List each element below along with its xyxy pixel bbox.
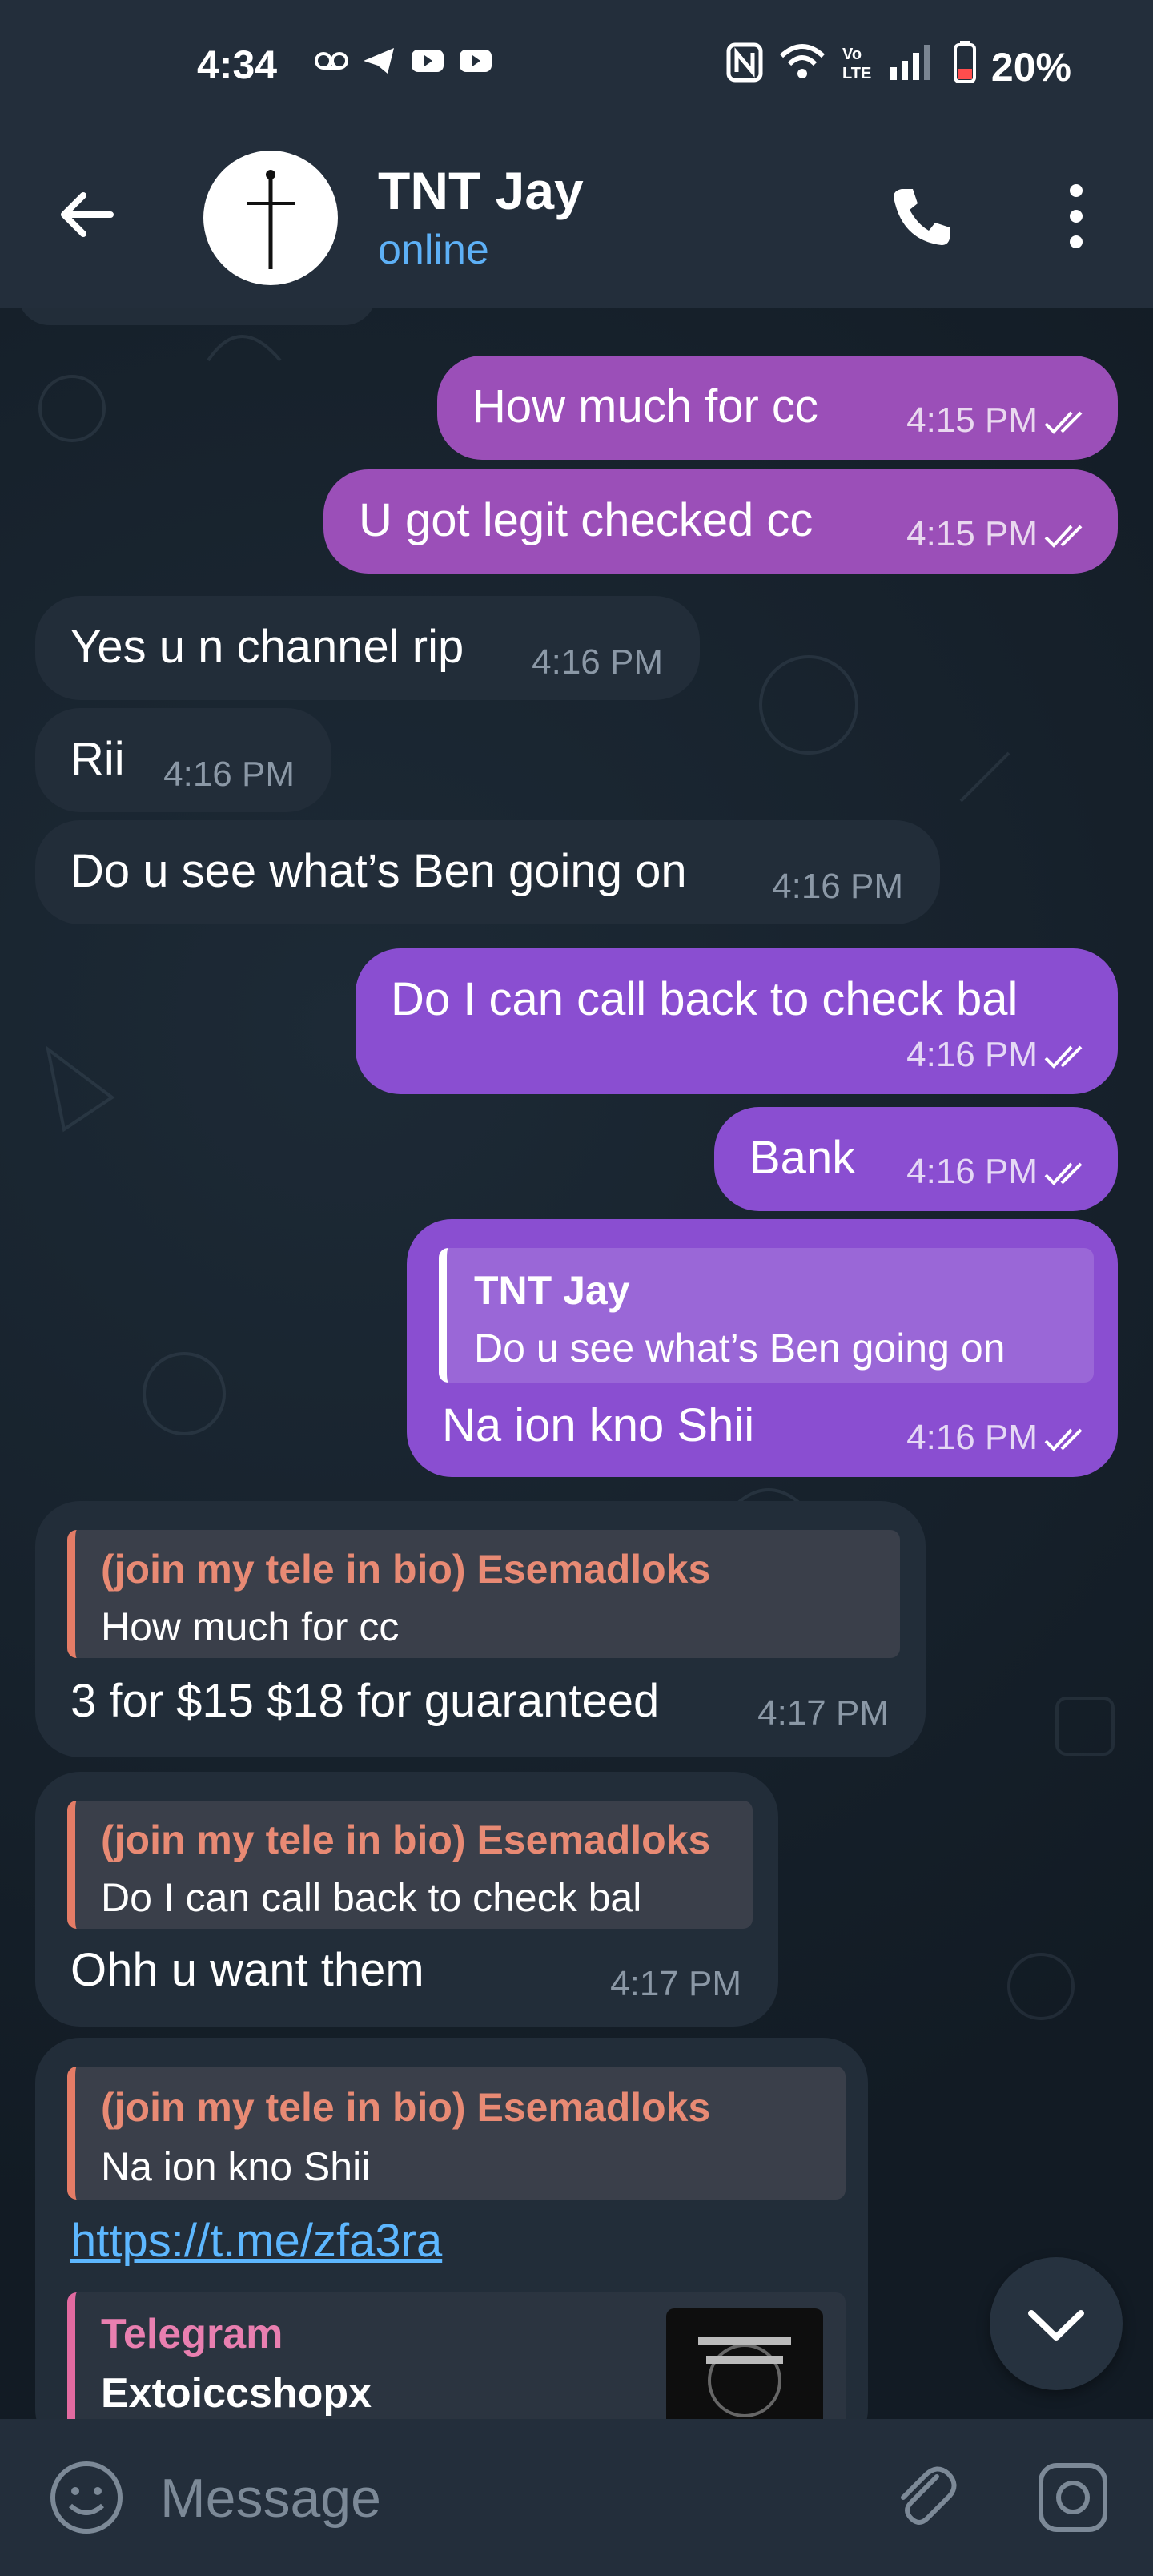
- partial-message: [18, 308, 376, 325]
- emoji-icon[interactable]: [48, 2459, 125, 2536]
- time-text: 4:16 PM: [906, 1418, 1038, 1457]
- message-text: Do u see what’s Ben going on: [70, 845, 687, 897]
- message-list[interactable]: How much for cc 4:15 PM U got legit chec…: [0, 308, 1153, 2419]
- time-text: 4:16 PM: [906, 1152, 1038, 1191]
- preview-thumbnail: [666, 2308, 823, 2419]
- back-arrow-icon[interactable]: [54, 183, 119, 247]
- message-bubble-in[interactable]: Do u see what’s Ben going on 4:16 PM: [35, 820, 940, 924]
- link-preview[interactable]: Telegram Extoiccshopx: [67, 2292, 846, 2419]
- message-time: 4:16 PM: [772, 867, 903, 906]
- chat-status: online: [378, 227, 489, 273]
- message-time: 4:17 PM: [757, 1693, 889, 1733]
- message-bubble-in[interactable]: (join my tele in bio) Esemadloks Na ion …: [35, 2038, 868, 2419]
- message-time: 4:17 PM: [610, 1964, 741, 2003]
- message-bubble-out[interactable]: TNT Jay Do u see what’s Ben going on Na …: [407, 1219, 1118, 1477]
- message-bubble-out[interactable]: Do I can call back to check bal 4:16 PM: [356, 948, 1118, 1094]
- thumbnail-art-icon: [698, 2337, 791, 2417]
- scroll-down-button[interactable]: [990, 2257, 1123, 2390]
- reply-text: Na ion kno Shii: [101, 2144, 371, 2189]
- message-text: Yes u n channel rip: [70, 621, 464, 673]
- voicemail-icon: [314, 45, 349, 77]
- reply-quote[interactable]: (join my tele in bio) Esemadloks Do I ca…: [67, 1801, 753, 1929]
- avatar[interactable]: [203, 151, 338, 285]
- preview-site: Telegram: [101, 2311, 283, 2357]
- chat-header: TNT Jay online: [0, 131, 1153, 308]
- message-bubble-out[interactable]: Bank 4:16 PM: [714, 1107, 1118, 1211]
- message-text: Bank: [749, 1132, 856, 1184]
- battery-icon: [953, 40, 977, 95]
- message-time: 4:16 PM: [906, 1418, 1095, 1458]
- message-text: Ohh u want them: [70, 1944, 424, 1996]
- wifi-icon: [778, 42, 826, 93]
- read-checkmarks-icon: [1044, 1162, 1083, 1186]
- message-time: 4:16 PM: [906, 1035, 1095, 1075]
- message-bubble-in[interactable]: Yes u n channel rip 4:16 PM: [35, 596, 700, 700]
- reply-author: TNT Jay: [474, 1268, 630, 1313]
- reply-quote[interactable]: (join my tele in bio) Esemadloks Na ion …: [67, 2067, 846, 2200]
- reply-author: (join my tele in bio) Esemadloks: [101, 1547, 711, 1592]
- nfc-icon: [725, 42, 764, 93]
- message-text: 3 for $15 $18 for guaranteed: [70, 1675, 660, 1727]
- more-options-icon[interactable]: [1059, 179, 1094, 253]
- signal-icon: [887, 42, 938, 93]
- reply-text: Do I can call back to check bal: [101, 1875, 642, 1920]
- message-link[interactable]: https://t.me/zfa3ra: [70, 2214, 442, 2268]
- reply-text: Do u see what’s Ben going on: [474, 1326, 1006, 1371]
- message-composer: Message: [0, 2419, 1153, 2576]
- message-bubble-out[interactable]: U got legit checked cc 4:15 PM: [323, 469, 1118, 574]
- message-text: Rii: [70, 733, 125, 785]
- reply-author: (join my tele in bio) Esemadloks: [101, 1817, 711, 1862]
- message-bubble-in[interactable]: (join my tele in bio) Esemadloks Do I ca…: [35, 1772, 778, 2027]
- chevron-down-icon: [1028, 2310, 1084, 2341]
- attach-icon[interactable]: [889, 2461, 962, 2534]
- message-text: How much for cc: [472, 380, 818, 433]
- time-text: 4:16 PM: [906, 1035, 1038, 1074]
- reply-quote[interactable]: TNT Jay Do u see what’s Ben going on: [439, 1248, 1094, 1383]
- message-input[interactable]: Message: [160, 2467, 381, 2530]
- avatar-logo-icon: [247, 170, 295, 269]
- read-checkmarks-icon: [1044, 1428, 1083, 1452]
- camera-icon[interactable]: [1036, 2461, 1110, 2534]
- status-bar: 4:34 Vo LTE 20%: [0, 0, 1153, 131]
- time-text: 4:15 PM: [906, 400, 1038, 440]
- svg-text:Vo: Vo: [842, 46, 862, 63]
- message-text: Do I can call back to check bal: [391, 973, 1018, 1025]
- message-time: 4:15 PM: [906, 514, 1095, 554]
- volte-icon: Vo LTE: [841, 42, 873, 93]
- youtube-icon: [458, 45, 493, 77]
- phone-icon[interactable]: [886, 181, 956, 252]
- battery-percent: 20%: [990, 45, 1071, 90]
- youtube-icon: [410, 45, 445, 77]
- time-text: 4:15 PM: [906, 514, 1038, 553]
- message-time: 4:16 PM: [532, 642, 663, 682]
- message-time: 4:15 PM: [906, 400, 1095, 441]
- read-checkmarks-icon: [1044, 525, 1083, 549]
- message-bubble-in[interactable]: (join my tele in bio) Esemadloks How muc…: [35, 1501, 926, 1757]
- reply-author: (join my tele in bio) Esemadloks: [101, 2085, 711, 2130]
- system-icons: Vo LTE 20%: [725, 40, 1071, 95]
- message-time: 4:16 PM: [163, 755, 295, 794]
- chat-title[interactable]: TNT Jay: [378, 160, 584, 221]
- message-text: Na ion kno Shii: [442, 1399, 755, 1451]
- message-time: 4:16 PM: [906, 1152, 1095, 1192]
- telegram-icon: [362, 45, 397, 77]
- notification-icons: [314, 45, 493, 77]
- svg-text:LTE: LTE: [842, 65, 871, 83]
- message-bubble-in[interactable]: Rii 4:16 PM: [35, 708, 331, 812]
- read-checkmarks-icon: [1044, 411, 1083, 435]
- status-time: 4:34: [197, 42, 278, 87]
- read-checkmarks-icon: [1044, 1045, 1083, 1069]
- reply-text: How much for cc: [101, 1604, 400, 1649]
- message-bubble-out[interactable]: How much for cc 4:15 PM: [437, 356, 1118, 460]
- preview-title: Extoiccshopx: [101, 2370, 372, 2417]
- message-text: U got legit checked cc: [359, 494, 814, 546]
- reply-quote[interactable]: (join my tele in bio) Esemadloks How muc…: [67, 1530, 900, 1658]
